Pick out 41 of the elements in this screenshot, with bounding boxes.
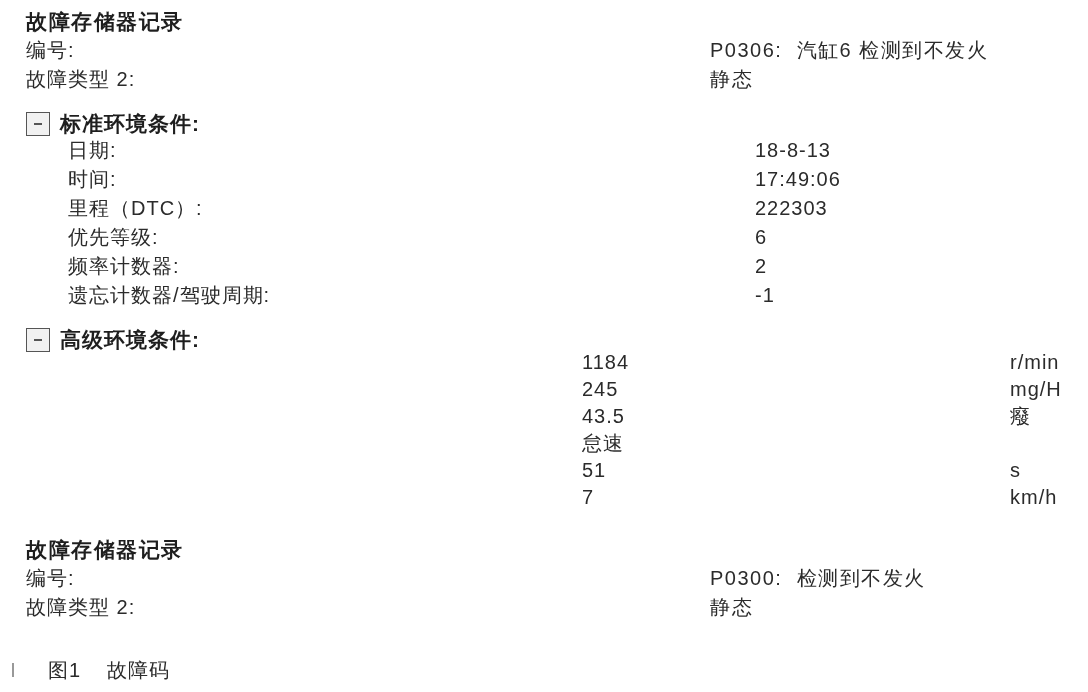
row-label: 时间: <box>68 167 117 192</box>
field-label: 故障类型 2: <box>26 67 136 92</box>
field-label: 编号: <box>26 38 75 63</box>
row-value: -1 <box>755 283 775 308</box>
minus-icon <box>34 123 42 125</box>
field-value: P0300: 检测到不发火 <box>710 566 926 591</box>
field-value: 静态 <box>710 595 753 620</box>
row-unit: r/min <box>1010 350 1060 375</box>
row-value: 2 <box>755 254 768 279</box>
record-title: 故障存储器记录 <box>26 537 184 563</box>
row-label: 优先等级: <box>68 225 159 250</box>
minus-icon <box>34 339 42 341</box>
section-title: 标准环境条件: <box>60 112 200 136</box>
field-label: 故障类型 2: <box>26 595 136 620</box>
row-label: 日期: <box>68 138 117 163</box>
section-title: 高级环境条件: <box>60 328 200 352</box>
collapse-button[interactable] <box>26 112 50 136</box>
row-value: 222303 <box>755 196 828 221</box>
row-value: 17:49:06 <box>755 167 841 192</box>
row-label: 遗忘计数器/驾驶周期: <box>68 283 271 308</box>
field-label: 编号: <box>26 566 75 591</box>
row-label: 频率计数器: <box>68 254 180 279</box>
row-value: 245 <box>582 377 619 402</box>
row-value: 43.5 <box>582 404 625 429</box>
row-value: 怠速 <box>582 431 624 456</box>
caption-text: 故障码 <box>107 657 171 683</box>
row-unit: mg/H <box>1010 377 1062 402</box>
field-value: 静态 <box>710 67 753 92</box>
row-value: 18-8-13 <box>755 138 831 163</box>
row-value: 1184 <box>582 350 629 375</box>
row-unit: km/h <box>1010 485 1058 510</box>
row-value: 6 <box>755 225 768 250</box>
row-value: 7 <box>582 485 595 510</box>
row-label: 里程（DTC）: <box>68 196 203 221</box>
row-value: 51 <box>582 458 607 483</box>
collapse-button[interactable] <box>26 328 50 352</box>
field-value: P0306: 汽缸6 检测到不发火 <box>710 38 989 63</box>
caption-number: 图1 <box>48 657 82 683</box>
record-title: 故障存储器记录 <box>26 9 184 35</box>
row-unit: 癈 <box>1010 404 1031 429</box>
row-unit: s <box>1010 458 1021 483</box>
